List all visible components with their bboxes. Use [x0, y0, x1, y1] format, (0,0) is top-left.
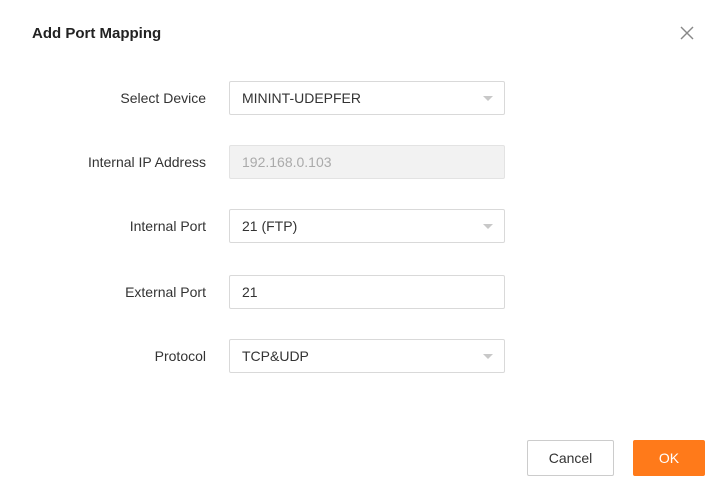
external-port-label: External Port [125, 284, 206, 300]
select-device-value: MININT-UDEPFER [242, 90, 361, 106]
internal-ip-label: Internal IP Address [87, 154, 206, 170]
row-external-port: External Port [0, 275, 715, 309]
protocol-dropdown[interactable]: TCP&UDP [229, 339, 505, 373]
external-port-input[interactable] [229, 275, 505, 309]
caret-down-icon [483, 354, 493, 359]
row-internal-port: Internal Port 21 (FTP) [0, 209, 715, 243]
internal-ip-value: 192.168.0.103 [242, 154, 332, 170]
caret-down-icon [483, 224, 493, 229]
ok-button[interactable]: OK [633, 440, 705, 476]
internal-port-label: Internal Port [129, 218, 206, 234]
row-select-device: Select Device MININT-UDEPFER [0, 81, 715, 115]
close-icon [680, 26, 694, 40]
add-port-mapping-dialog: Add Port Mapping Select Device MININT-UD… [0, 0, 715, 499]
caret-down-icon [483, 96, 493, 101]
internal-port-dropdown[interactable]: 21 (FTP) [229, 209, 505, 243]
dialog-title: Add Port Mapping [32, 25, 162, 42]
protocol-label: Protocol [154, 348, 206, 364]
row-internal-ip: Internal IP Address 192.168.0.103 [0, 145, 715, 179]
internal-port-value: 21 (FTP) [242, 218, 298, 234]
internal-ip-field: 192.168.0.103 [229, 145, 505, 179]
select-device-label: Select Device [120, 90, 206, 106]
row-protocol: Protocol TCP&UDP [0, 339, 715, 373]
cancel-button[interactable]: Cancel [527, 440, 614, 476]
select-device-dropdown[interactable]: MININT-UDEPFER [229, 81, 505, 115]
protocol-value: TCP&UDP [242, 348, 309, 364]
close-button[interactable] [676, 22, 698, 44]
